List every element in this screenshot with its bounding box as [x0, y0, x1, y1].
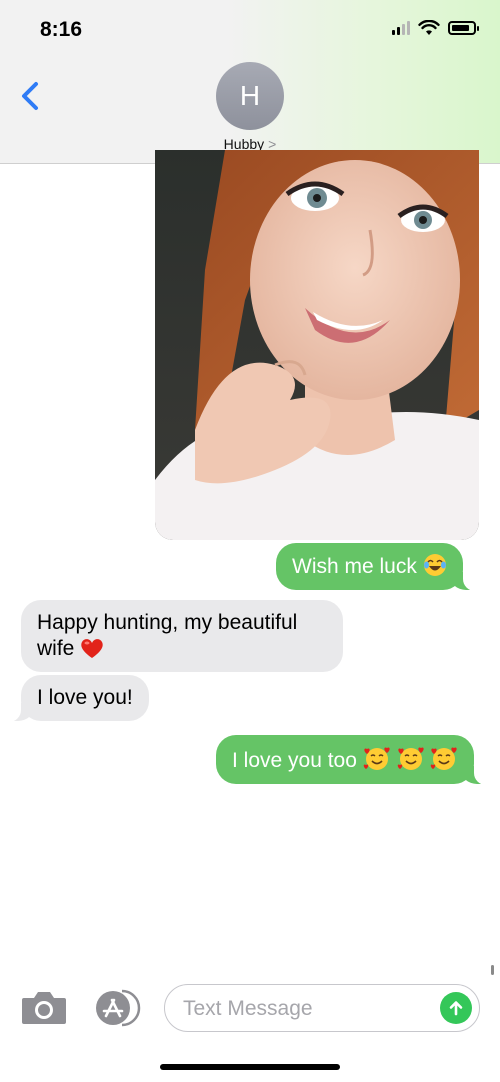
- arrow-up-icon: [449, 1001, 463, 1016]
- message-text: Happy hunting, my beautiful wife: [37, 611, 298, 660]
- cellular-signal-icon: [392, 21, 410, 35]
- conversation-header: 8:16 H Hubby >: [0, 0, 500, 164]
- contact-avatar[interactable]: H: [216, 62, 284, 130]
- smiling-face-with-hearts-emoji-icon: [397, 747, 424, 770]
- smiling-face-with-hearts-emoji-icon: [363, 747, 390, 770]
- message-input-container[interactable]: [164, 984, 480, 1032]
- received-message-bubble[interactable]: I love you!: [0, 675, 149, 722]
- red-heart-emoji-icon: [81, 639, 103, 658]
- sent-photo-message[interactable]: [155, 150, 479, 540]
- received-message-bubble[interactable]: Happy hunting, my beautiful wife: [21, 600, 343, 672]
- sent-message-bubble[interactable]: Wish me luck: [276, 543, 489, 591]
- home-indicator[interactable]: [160, 1064, 340, 1070]
- selfie-photo: [155, 150, 479, 540]
- camera-icon[interactable]: [20, 988, 68, 1028]
- status-icons: [392, 20, 479, 36]
- back-chevron-icon[interactable]: [16, 76, 46, 116]
- message-text: Wish me luck: [292, 555, 417, 578]
- avatar-initial: H: [239, 80, 261, 111]
- wifi-icon: [418, 20, 440, 35]
- message-text: I love you too: [232, 749, 357, 772]
- tears-of-joy-emoji-icon: [423, 554, 446, 576]
- send-button[interactable]: [440, 992, 472, 1024]
- sent-message-bubble[interactable]: I love you too: [216, 735, 500, 785]
- smiling-face-with-hearts-emoji-icon: [431, 747, 458, 770]
- message-text: I love you!: [37, 686, 133, 709]
- message-input[interactable]: [183, 995, 423, 1023]
- scrollbar[interactable]: [491, 965, 494, 975]
- app-store-icon[interactable]: [92, 988, 142, 1028]
- status-time: 8:16: [40, 18, 83, 41]
- battery-icon: [448, 21, 479, 35]
